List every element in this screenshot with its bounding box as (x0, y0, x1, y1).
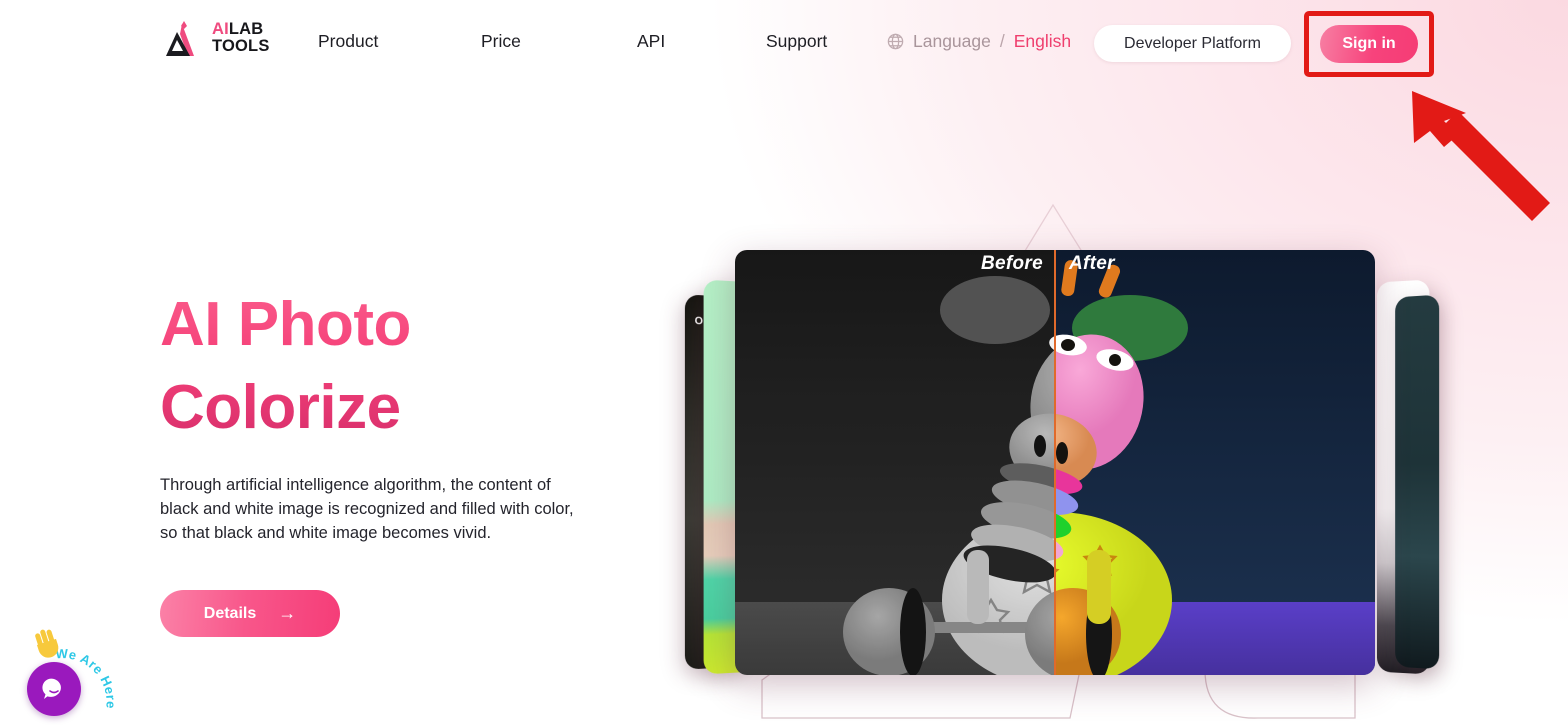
language-value[interactable]: English (1014, 31, 1071, 52)
logo-lab-text: LAB (228, 20, 264, 39)
language-selector[interactable]: Language / English (886, 31, 1071, 52)
hero-description: Through artificial intelligence algorith… (160, 476, 574, 543)
carousel-card-far-left-text: O (694, 314, 703, 328)
after-image-pane (1055, 250, 1375, 675)
before-after-comparison-card[interactable] (735, 250, 1375, 675)
language-label: Language (913, 31, 991, 51)
globe-icon (887, 33, 904, 50)
logo[interactable]: AILAB TOOLS (164, 18, 270, 58)
carousel-card-far-right[interactable] (1395, 294, 1440, 670)
logo-line-2: TOOLS (212, 37, 270, 55)
before-image-pane (735, 250, 1055, 675)
chat-widget[interactable]: We Are Here! (18, 625, 143, 725)
details-button-label: Details (203, 604, 257, 622)
logo-ai-text: AI (212, 20, 229, 39)
language-separator: / (999, 31, 1005, 51)
nav-item-price[interactable]: Price (481, 31, 521, 52)
comparison-slider-line (1054, 250, 1056, 675)
nav-item-support[interactable]: Support (766, 31, 827, 52)
after-label: After (1069, 253, 1115, 274)
before-label: Before (981, 253, 1043, 274)
site-header: AILAB TOOLS Product Price API Support La… (0, 0, 1568, 86)
signin-button[interactable]: Sign in (1320, 25, 1418, 63)
hero-section: AI Photo Colorize Through artificial int… (160, 283, 600, 638)
chat-button[interactable] (27, 662, 81, 716)
mountain-logo-icon (166, 21, 194, 56)
logo-line-1: AILAB (212, 21, 270, 38)
developer-platform-button[interactable]: Developer Platform (1094, 25, 1291, 62)
arrow-right-icon: → (278, 603, 297, 624)
page-title: AI Photo Colorize (160, 283, 560, 449)
nav-item-product[interactable]: Product (318, 31, 378, 52)
chat-bubble-icon (42, 678, 61, 699)
nav-item-api[interactable]: API (637, 31, 665, 52)
details-button[interactable]: Details → (160, 590, 340, 638)
logo-text: AILAB TOOLS (212, 21, 270, 55)
